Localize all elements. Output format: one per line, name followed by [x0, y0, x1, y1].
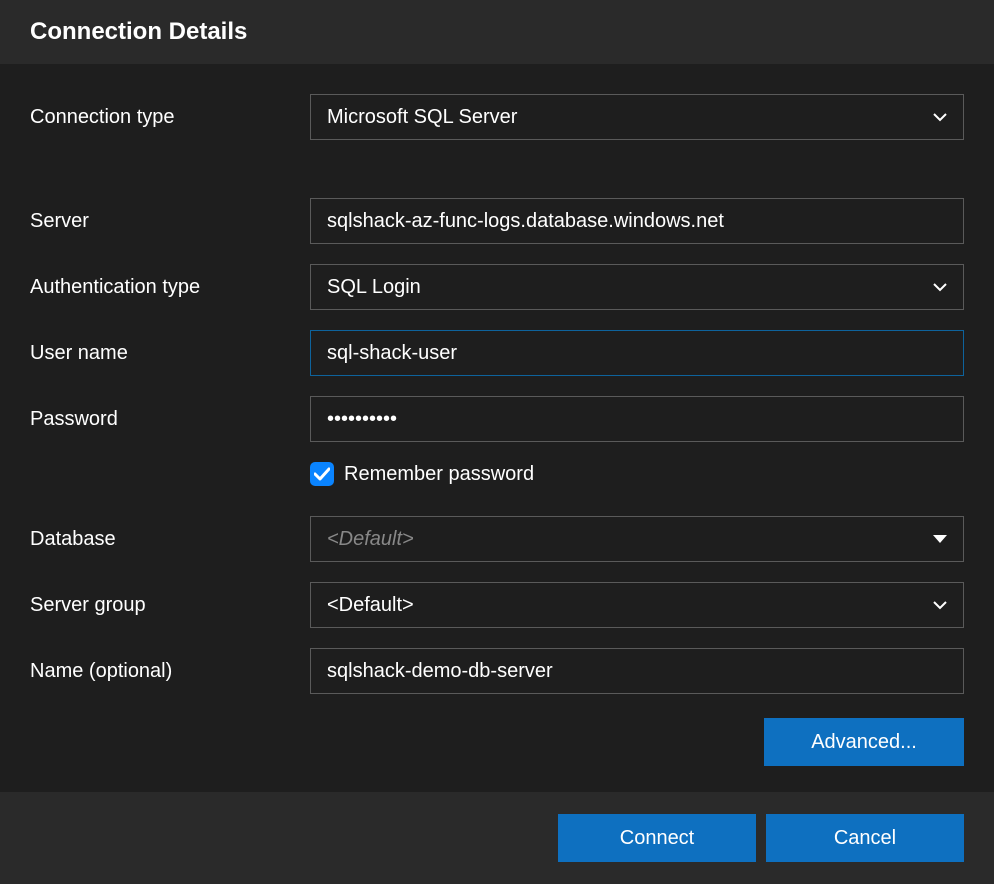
- remember-password-row: Remember password: [310, 462, 964, 486]
- server-group-label: Server group: [30, 594, 310, 617]
- name-input[interactable]: [310, 648, 964, 694]
- chevron-down-icon: [933, 110, 947, 124]
- server-group-select[interactable]: <Default>: [310, 582, 964, 628]
- remember-password-checkbox[interactable]: [310, 462, 334, 486]
- password-input[interactable]: [310, 396, 964, 442]
- chevron-down-icon: [933, 280, 947, 294]
- server-label: Server: [30, 210, 310, 233]
- username-row: User name: [30, 330, 964, 376]
- cancel-button[interactable]: Cancel: [766, 814, 964, 862]
- password-row: Password: [30, 396, 964, 442]
- auth-type-select[interactable]: SQL Login: [310, 264, 964, 310]
- connection-type-select[interactable]: Microsoft SQL Server: [310, 94, 964, 140]
- server-group-value: <Default>: [327, 594, 414, 617]
- server-row: Server: [30, 198, 964, 244]
- username-label: User name: [30, 342, 310, 365]
- database-value: <Default>: [327, 528, 414, 551]
- dialog-title: Connection Details: [30, 18, 964, 46]
- dialog-header: Connection Details: [0, 0, 994, 64]
- name-label: Name (optional): [30, 660, 310, 683]
- dialog-footer: Connect Cancel: [0, 792, 994, 884]
- database-label: Database: [30, 528, 310, 551]
- name-row: Name (optional): [30, 648, 964, 694]
- connection-type-label: Connection type: [30, 106, 310, 129]
- database-select[interactable]: <Default>: [310, 516, 964, 562]
- chevron-down-icon: [933, 598, 947, 612]
- password-label: Password: [30, 408, 310, 431]
- dialog-body: Connection type Microsoft SQL Server Ser…: [0, 64, 994, 786]
- server-input[interactable]: [310, 198, 964, 244]
- advanced-button[interactable]: Advanced...: [764, 718, 964, 766]
- advanced-row: Advanced...: [30, 718, 964, 766]
- server-group-row: Server group <Default>: [30, 582, 964, 628]
- database-row: Database <Default>: [30, 516, 964, 562]
- username-input[interactable]: [310, 330, 964, 376]
- connection-type-row: Connection type Microsoft SQL Server: [30, 94, 964, 140]
- auth-type-row: Authentication type SQL Login: [30, 264, 964, 310]
- connection-type-value: Microsoft SQL Server: [327, 106, 517, 129]
- caret-down-icon: [933, 535, 947, 543]
- auth-type-value: SQL Login: [327, 276, 421, 299]
- connect-button[interactable]: Connect: [558, 814, 756, 862]
- checkmark-icon: [314, 467, 330, 481]
- remember-password-label: Remember password: [344, 463, 534, 486]
- auth-type-label: Authentication type: [30, 276, 310, 299]
